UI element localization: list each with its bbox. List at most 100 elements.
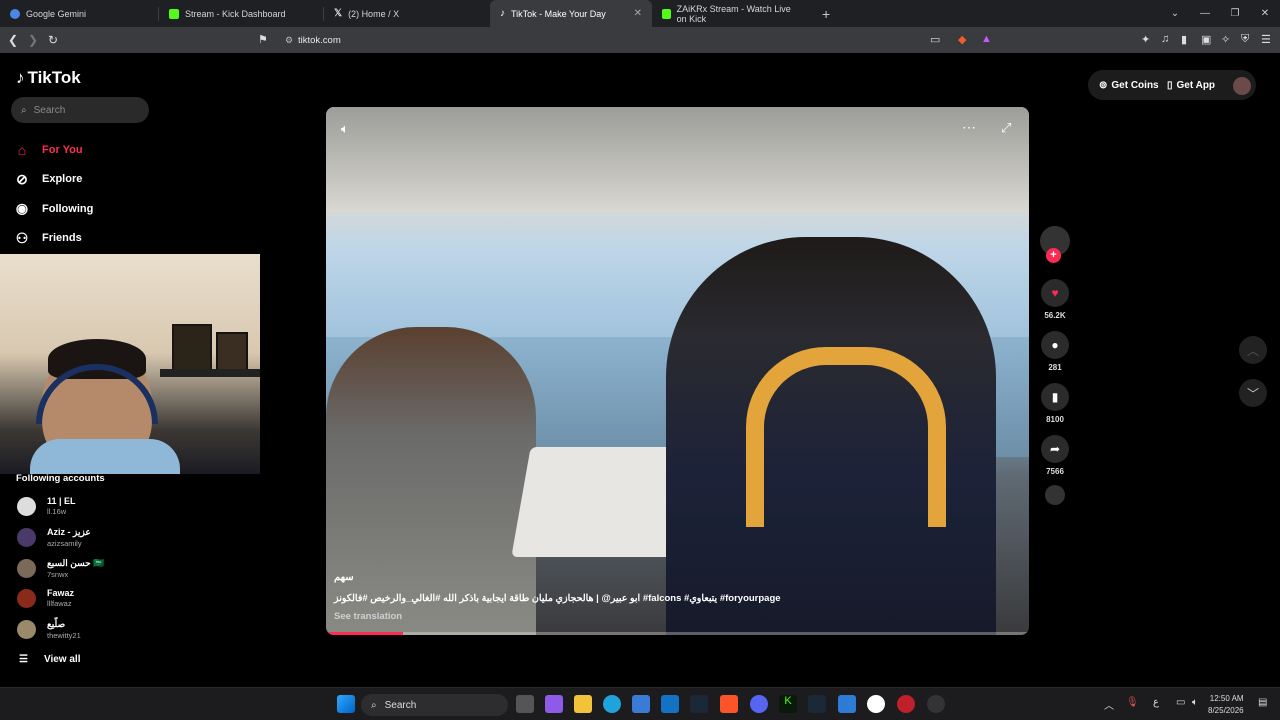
more-options-icon[interactable]: ⋯ — [962, 119, 976, 136]
site-info-icon[interactable]: ⚙ — [280, 35, 298, 46]
steam-icon[interactable] — [808, 695, 826, 713]
share-icon[interactable]: ➦ — [1041, 435, 1069, 463]
forward-button[interactable]: ❯ — [23, 33, 43, 47]
new-tab-button[interactable]: + — [812, 6, 840, 22]
settings-icon[interactable] — [927, 695, 945, 713]
app-icon[interactable] — [838, 695, 856, 713]
store-icon[interactable] — [632, 695, 650, 713]
previous-video-button[interactable]: ︿ — [1239, 336, 1267, 364]
kick-app-icon[interactable]: K — [779, 695, 797, 713]
input-language[interactable]: ع — [1153, 697, 1159, 708]
next-video-button[interactable]: ﹀ — [1239, 379, 1267, 407]
following-account[interactable]: Aziz - عزيز azizsamily — [17, 527, 91, 548]
video-author[interactable]: سهم — [334, 572, 354, 583]
url-field[interactable]: ⚙ tiktok.com — [280, 30, 1000, 50]
volume-icon[interactable]: 🔈︎ — [1192, 697, 1198, 708]
tiktok-logo[interactable]: ♪ TikTok — [16, 68, 81, 88]
following-account[interactable]: حسن السبع 🇸🇦 7snwx — [17, 558, 104, 579]
restore-button[interactable]: ❐ — [1220, 8, 1250, 19]
task-view-icon[interactable] — [516, 695, 534, 713]
search-input[interactable]: ⌕ Search — [11, 97, 149, 123]
comment-action[interactable]: ● 281 — [1038, 331, 1072, 375]
close-window-button[interactable]: ✕ — [1250, 8, 1280, 19]
account-username: 7snwx — [47, 570, 69, 579]
wallet-icon[interactable]: ▣ — [1201, 33, 1211, 46]
shelf — [160, 369, 260, 377]
video-caption: ابو عبير@ | هالحجازي مليان طاقة ايجابية … — [334, 593, 781, 604]
get-coins-button[interactable]: ⊚ Get Coins — [1099, 80, 1159, 91]
browser-tab-strip: Google Gemini Stream - Kick Dashboard 𝕏 … — [0, 0, 1280, 27]
avatar — [17, 496, 36, 516]
like-action[interactable]: ♥ 56.2K — [1038, 279, 1072, 323]
back-button[interactable]: ❮ — [3, 33, 23, 47]
steam-icon[interactable] — [690, 695, 708, 713]
see-translation-button[interactable]: See translation — [334, 611, 402, 622]
leo-ai-icon[interactable]: ✧ — [1221, 33, 1230, 46]
extensions-icon[interactable]: ✦ — [1141, 33, 1150, 46]
tray-overflow-icon[interactable]: ︿ — [1104, 697, 1114, 712]
minimize-button[interactable]: — — [1190, 8, 1220, 19]
following-accounts-title: Following accounts — [16, 473, 105, 484]
video-progress-bar[interactable] — [326, 632, 1029, 635]
nav-for-you[interactable]: ⌂ For You — [14, 135, 93, 165]
comment-icon[interactable]: ● — [1041, 331, 1069, 359]
nav-following[interactable]: ◉ Following — [14, 194, 93, 224]
creator-avatar-block[interactable]: + — [1038, 226, 1072, 271]
bookmark-icon[interactable]: ▮ — [1041, 383, 1069, 411]
webcam-overlay — [0, 254, 260, 474]
edge-icon[interactable] — [603, 695, 621, 713]
profile-avatar[interactable] — [1233, 77, 1251, 95]
nav-explore[interactable]: ⊘ Explore — [14, 165, 93, 195]
outlook-icon[interactable] — [661, 695, 679, 713]
media-icon[interactable]: ♫ — [1161, 33, 1169, 45]
chrome-icon[interactable] — [867, 695, 885, 713]
heart-icon[interactable]: ♥ — [1041, 279, 1069, 307]
account-name: صلّيع — [47, 619, 66, 629]
brave-rewards-icon[interactable]: ▲ — [981, 33, 992, 45]
network-icon[interactable]: ▭ — [1176, 697, 1185, 708]
obs-icon[interactable] — [897, 695, 915, 713]
save-action[interactable]: ▮ 8100 — [1038, 383, 1072, 427]
file-explorer-icon[interactable] — [574, 695, 592, 713]
following-account[interactable]: 11 | EL ll.16w — [17, 496, 76, 516]
tab-kick-dashboard[interactable]: Stream - Kick Dashboard — [159, 0, 323, 27]
tab-google-gemini[interactable]: Google Gemini — [0, 0, 158, 27]
get-app-label: Get App — [1176, 80, 1216, 91]
volume-icon[interactable]: 🔈︎ — [341, 121, 349, 137]
following-account[interactable]: صلّيع thewitty21 — [17, 619, 81, 640]
taskbar-search[interactable]: ⌕ Search — [361, 694, 508, 716]
vpn-icon[interactable]: ⛨ — [1241, 33, 1249, 46]
follow-plus-button[interactable]: + — [1046, 248, 1061, 263]
bookmark-icon[interactable]: ⚑ — [258, 33, 268, 46]
tab-title: Stream - Kick Dashboard — [185, 8, 286, 19]
notifications-icon[interactable]: ▤ — [1258, 697, 1267, 708]
system-clock[interactable]: 12:50 AM 8/25/2026 — [1208, 693, 1244, 717]
tab-list-icon[interactable]: ⌄ — [1160, 8, 1190, 19]
video-player[interactable]: 🔈︎ ⋯ ⤢ سهم ابو عبير@ | هالحجازي مليان طا… — [326, 107, 1029, 635]
friends-icon: ⚇ — [15, 229, 29, 246]
discord-icon[interactable] — [750, 695, 768, 713]
avatar — [17, 588, 36, 608]
close-tab-icon[interactable]: ✕ — [634, 8, 642, 19]
cast-icon[interactable]: ▭ — [930, 33, 940, 46]
tab-tiktok[interactable]: ♪ TikTok - Make Your Day ✕ — [490, 0, 652, 27]
url-text: tiktok.com — [298, 34, 341, 46]
tab-zaikrx-stream[interactable]: ZAiKRx Stream - Watch Live on Kick — [652, 0, 812, 27]
widgets-icon[interactable] — [545, 695, 563, 713]
windows-start-icon[interactable] — [337, 695, 355, 713]
get-app-button[interactable]: ▯ Get App — [1167, 80, 1215, 91]
reload-button[interactable]: ↻ — [43, 33, 63, 47]
tab-title: TikTok - Make Your Day — [511, 8, 606, 19]
menu-icon[interactable]: ☰ — [1261, 33, 1271, 46]
sidebar-icon[interactable]: ▮ — [1181, 33, 1187, 46]
view-all-button[interactable]: ☰ View all — [19, 654, 80, 665]
following-account[interactable]: Fawaz lllfawaz — [17, 588, 74, 608]
fullscreen-icon[interactable]: ⤢ — [1001, 120, 1011, 136]
microphone-icon[interactable]: 🎙︎ — [1126, 697, 1139, 708]
tab-x-home[interactable]: 𝕏 (2) Home / X — [324, 0, 490, 27]
nav-friends[interactable]: ⚇ Friends — [14, 224, 93, 254]
brave-shield-icon[interactable]: ◆ — [958, 33, 966, 46]
brave-icon[interactable] — [720, 695, 738, 713]
sound-disc-icon[interactable] — [1045, 485, 1065, 505]
share-action[interactable]: ➦ 7566 — [1038, 435, 1072, 479]
